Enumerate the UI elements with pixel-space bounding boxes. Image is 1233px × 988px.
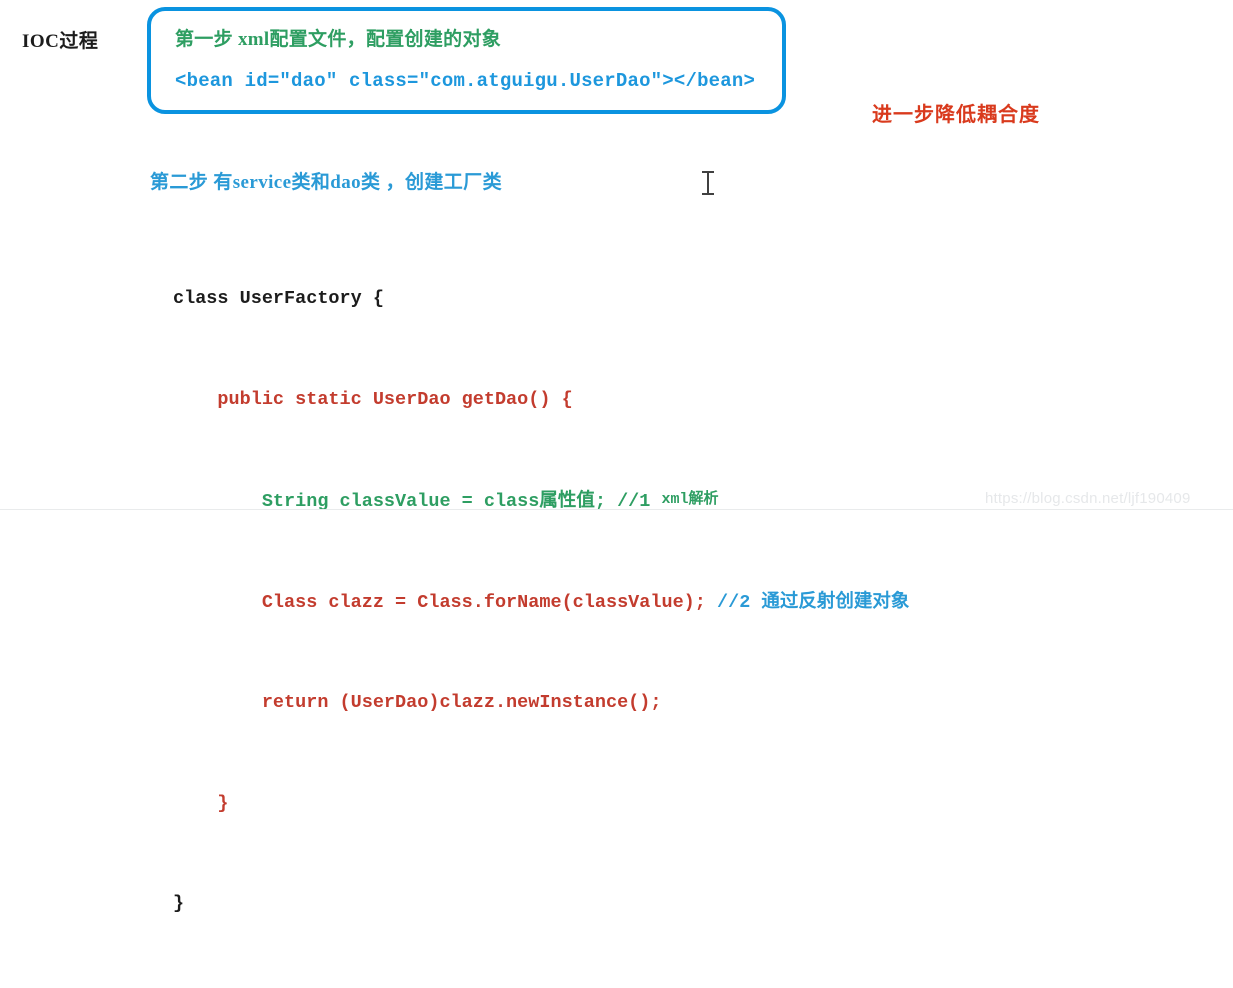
code-line-outer-close-brace: }: [173, 893, 185, 914]
code-line-forname-comment: //2 通过反射创建对象: [717, 591, 910, 613]
step-one-title: 第一步 xml配置文件，配置创建的对象: [175, 29, 502, 50]
step-two-heading: 第二步 有service类和dao类 ，创建工厂类: [150, 172, 502, 193]
code-line-forname: Class clazz = Class.forName(classValue);…: [173, 586, 910, 620]
text-cursor-bottom-bar: [702, 193, 714, 195]
bean-xml-snippet: <bean id="dao" class="com.atguigu.UserDa…: [175, 70, 756, 92]
code-line-forname-main: Class clazz = Class.forName(classValue);: [173, 591, 717, 613]
step-one-box: 第一步 xml配置文件，配置创建的对象 <bean id="dao" class…: [147, 7, 786, 114]
code-line-string-classvalue-comment: xml解析: [661, 491, 719, 508]
step-one-box-content: 第一步 xml配置文件，配置创建的对象 <bean id="dao" class…: [175, 24, 772, 92]
text-cursor-stem: [707, 172, 709, 194]
bottom-divider: [0, 509, 1233, 510]
code-line-string-classvalue: String classValue = class属性值; //1 xml解析: [173, 483, 909, 519]
slide-canvas: IOC过程 第一步 xml配置文件，配置创建的对象 <bean id="dao"…: [0, 0, 1233, 914]
code-line-class-declaration: class UserFactory {: [173, 288, 384, 309]
code-line-method-signature: public static UserDao getDao() {: [173, 388, 573, 410]
ioc-process-label: IOC过程: [22, 31, 99, 52]
user-factory-code-block: class UserFactory { public static UserDa…: [173, 215, 909, 988]
code-line-inner-close-brace: }: [173, 792, 229, 814]
blog-watermark: https://blog.csdn.net/ljf190409: [985, 490, 1191, 507]
text-cursor-icon: [702, 170, 714, 196]
decoupling-note: 进一步降低耦合度: [872, 104, 1040, 126]
code-line-return-newinstance: return (UserDao)clazz.newInstance();: [173, 692, 662, 713]
